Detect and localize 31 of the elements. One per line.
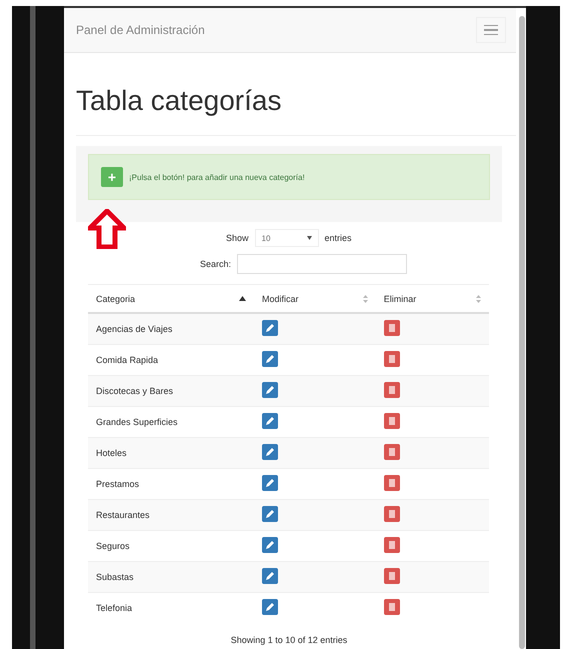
- search-label: Search:: [200, 259, 232, 269]
- delete-icon[interactable]: [384, 599, 400, 615]
- edit-icon[interactable]: [262, 320, 278, 336]
- edit-icon[interactable]: [262, 413, 278, 429]
- edit-icon[interactable]: [262, 599, 278, 615]
- delete-icon[interactable]: [384, 506, 400, 522]
- search-field[interactable]: [237, 254, 408, 274]
- menu-button[interactable]: [476, 17, 506, 43]
- edit-icon[interactable]: [262, 537, 278, 553]
- edit-icon[interactable]: [262, 568, 278, 584]
- delete-icon[interactable]: [384, 351, 400, 367]
- edit-icon[interactable]: [262, 382, 278, 398]
- entries-label: entries: [324, 233, 352, 243]
- entries-select[interactable]: 10: [254, 229, 319, 247]
- delete-icon[interactable]: [384, 413, 400, 429]
- delete-icon[interactable]: [384, 475, 400, 491]
- edit-icon[interactable]: [262, 351, 278, 367]
- delete-icon[interactable]: [384, 537, 400, 553]
- show-label: Show: [226, 233, 249, 243]
- delete-icon[interactable]: [384, 320, 400, 336]
- page-title: Tabla categorías: [76, 85, 516, 136]
- table-cell: Telefonia: [88, 592, 254, 623]
- delete-icon[interactable]: [384, 444, 400, 460]
- caret-icon: [306, 236, 312, 240]
- edit-icon[interactable]: [262, 444, 278, 460]
- alert-text: ¡Pulsa el botón! para añadir una nueva categoría!: [129, 172, 305, 182]
- edit-icon[interactable]: [262, 475, 278, 491]
- table-info: Showing 1 to 10 of 12 entries: [230, 635, 348, 645]
- edit-icon[interactable]: [262, 506, 278, 522]
- delete-icon[interactable]: [384, 568, 400, 584]
- delete-icon[interactable]: [384, 382, 400, 398]
